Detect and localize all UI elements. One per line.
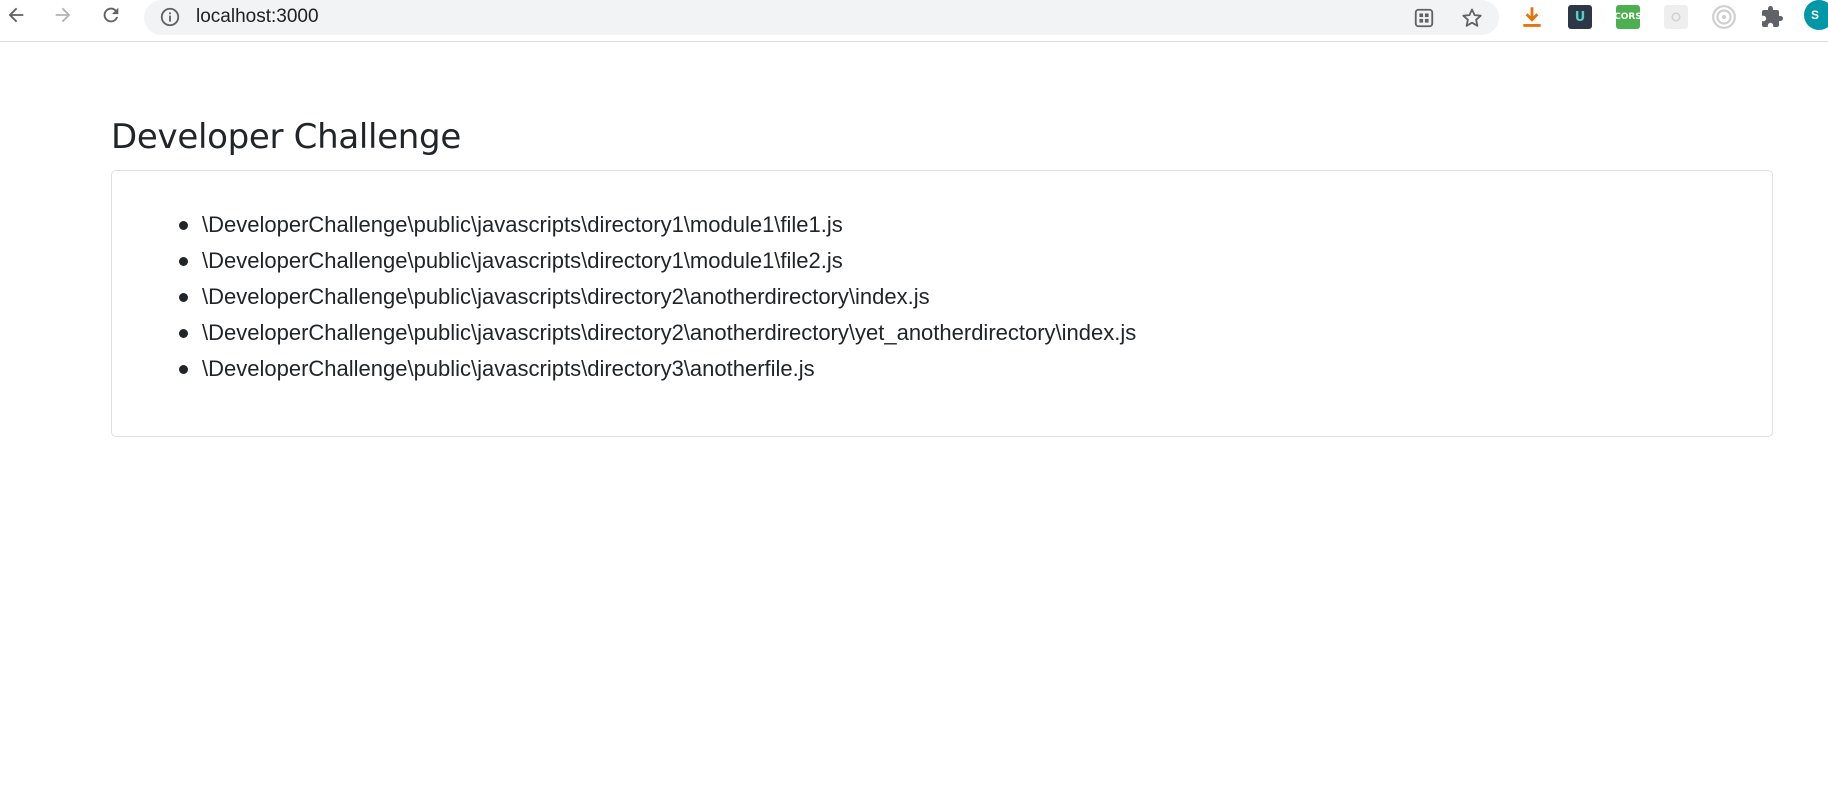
target-extension-button[interactable] [1710,3,1738,31]
extensions-button[interactable] [1758,3,1786,31]
flower-extension-icon [1664,5,1688,29]
reload-icon [103,7,119,23]
url-text: localhost:3000 [196,6,319,27]
u-extension-button[interactable]: U [1566,3,1594,31]
list-item: \DeveloperChallenge\public\javascripts\d… [179,279,1136,315]
page-title: Developer Challenge [111,117,461,157]
file-path: \DeveloperChallenge\public\javascripts\d… [202,248,843,273]
cors-extension-icon: CORS [1614,5,1642,29]
file-path: \DeveloperChallenge\public\javascripts\d… [202,212,843,237]
u-extension-label: U [1574,9,1586,25]
flower-extension-button[interactable] [1662,3,1690,31]
list-item: \DeveloperChallenge\public\javascripts\d… [179,315,1137,351]
info-icon[interactable] [158,5,182,29]
arrow-left-icon [8,7,24,23]
downloads-button[interactable] [1518,3,1546,31]
u-extension-icon: U [1568,5,1592,29]
bullet-icon [179,293,188,302]
file-path: \DeveloperChallenge\public\javascripts\d… [202,356,815,381]
bullet-icon [179,221,188,230]
bullet-icon [179,329,188,338]
star-icon [1462,8,1482,27]
profile-avatar[interactable]: S [1804,0,1828,30]
file-path: \DeveloperChallenge\public\javascripts\d… [202,284,930,309]
arrow-right-icon [55,7,71,23]
bullet-icon [179,365,188,374]
file-list: \DeveloperChallenge\public\javascripts\d… [179,207,1137,387]
forward-button[interactable] [47,1,79,29]
back-button[interactable] [0,1,32,29]
apps-grid-icon [1414,8,1434,28]
target-extension-icon [1712,5,1736,29]
avatar-letter: S [1810,8,1819,22]
reload-button[interactable] [95,1,127,29]
install-app-button[interactable] [1410,4,1438,32]
address-bar[interactable]: localhost:3000 [144,0,1499,35]
file-list-card: \DeveloperChallenge\public\javascripts\d… [111,170,1773,437]
bookmark-button[interactable] [1458,4,1486,32]
list-item: \DeveloperChallenge\public\javascripts\d… [179,207,1136,243]
file-path: \DeveloperChallenge\public\javascripts\d… [202,320,1137,345]
browser-toolbar: localhost:3000 U CORS S [0,0,1828,42]
cors-extension-button[interactable]: CORS [1614,3,1642,31]
list-item: \DeveloperChallenge\public\javascripts\d… [179,243,1136,279]
download-icon [1523,7,1541,27]
puzzle-icon [1762,6,1783,27]
cors-extension-label: CORS [1614,12,1642,22]
bullet-icon [179,257,188,266]
list-item: \DeveloperChallenge\public\javascripts\d… [179,351,1136,387]
